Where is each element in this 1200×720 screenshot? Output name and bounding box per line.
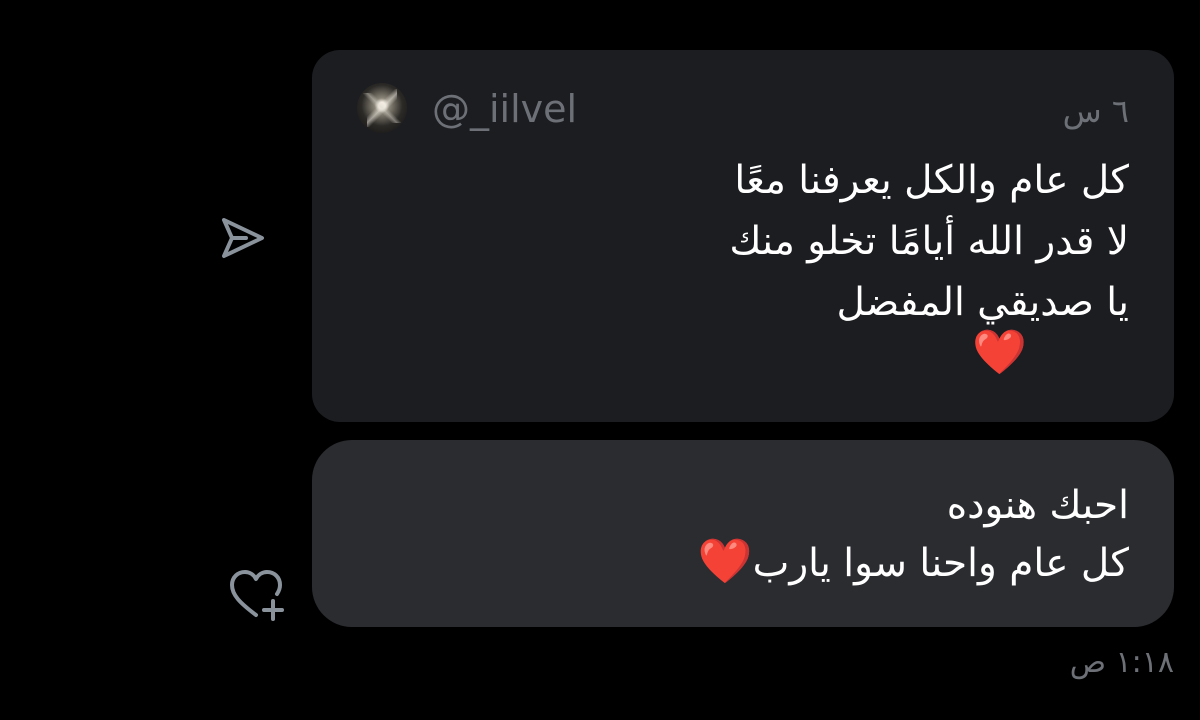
send-icon bbox=[222, 218, 264, 258]
message-text: احبك هنوده كل عام واحنا سوا يارب❤️ bbox=[357, 478, 1129, 592]
red-heart-emoji: ❤️ bbox=[972, 327, 1027, 378]
post-timestamp: ٦ س bbox=[1062, 92, 1129, 130]
post-text-line: كل عام والكل يعرفنا معًا bbox=[734, 158, 1129, 203]
message-text-segment: كل عام واحنا سوا يارب bbox=[752, 541, 1129, 586]
share-post-button[interactable] bbox=[216, 212, 270, 266]
message-bubble[interactable]: احبك هنوده كل عام واحنا سوا يارب❤️ bbox=[312, 440, 1174, 627]
shared-post-text: كل عام والكل يعرفنا معًا لا قدر الله أيا… bbox=[357, 150, 1129, 333]
message-text-line: احبك هنوده bbox=[946, 483, 1129, 528]
add-reaction-button[interactable] bbox=[226, 567, 288, 623]
shared-post-header: @_iilvel ٦ س bbox=[357, 83, 1129, 137]
heart-plus-icon bbox=[230, 570, 284, 621]
dm-conversation: @_iilvel ٦ س كل عام والكل يعرفنا معًا لا… bbox=[0, 0, 1200, 720]
avatar[interactable] bbox=[357, 83, 407, 133]
red-heart-emoji: ❤️ bbox=[697, 536, 753, 587]
shared-post-card[interactable]: @_iilvel ٦ س كل عام والكل يعرفنا معًا لا… bbox=[312, 50, 1174, 422]
post-text-line: يا صديقي المفضل bbox=[836, 280, 1129, 325]
post-author-handle[interactable]: @_iilvel bbox=[432, 87, 577, 131]
message-text-line: كل عام واحنا سوا يارب❤️ bbox=[357, 534, 1129, 592]
message-timestamp: ١:١٨ ص bbox=[1069, 645, 1174, 680]
post-text-line: لا قدر الله أيامًا تخلو منك bbox=[729, 219, 1129, 264]
